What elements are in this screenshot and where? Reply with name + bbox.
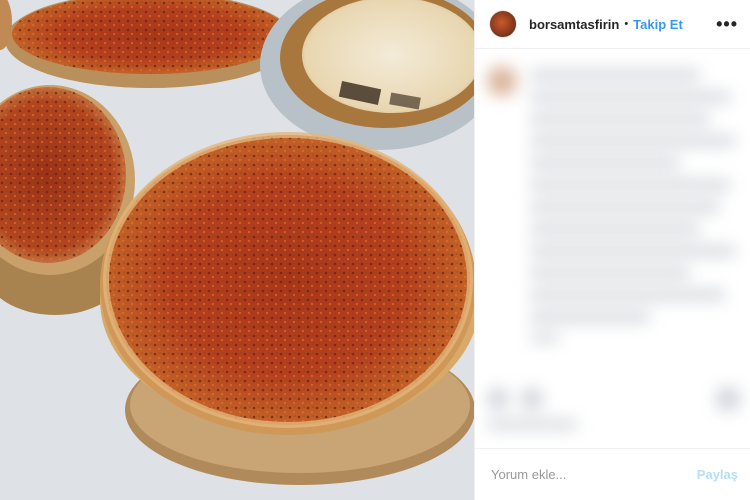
more-options-icon[interactable]: ••• [716,15,738,33]
username-link[interactable]: borsamtasfirin [529,17,619,32]
post-sidebar: borsamtasfirin • Takip Et ••• Yorum ekle… [474,0,750,500]
follow-button[interactable]: Takip Et [633,17,683,32]
post-image[interactable] [0,0,474,500]
avatar[interactable] [489,10,517,38]
comment-input[interactable] [489,466,697,483]
separator-dot: • [624,18,629,30]
post-comment-button[interactable]: Paylaş [697,467,738,482]
blurred-caption [485,58,745,438]
add-comment-bar: Paylaş [475,448,750,500]
comments-area[interactable] [475,50,750,445]
post-header: borsamtasfirin • Takip Et ••• [475,0,750,49]
lahmacun-photo [0,0,474,500]
